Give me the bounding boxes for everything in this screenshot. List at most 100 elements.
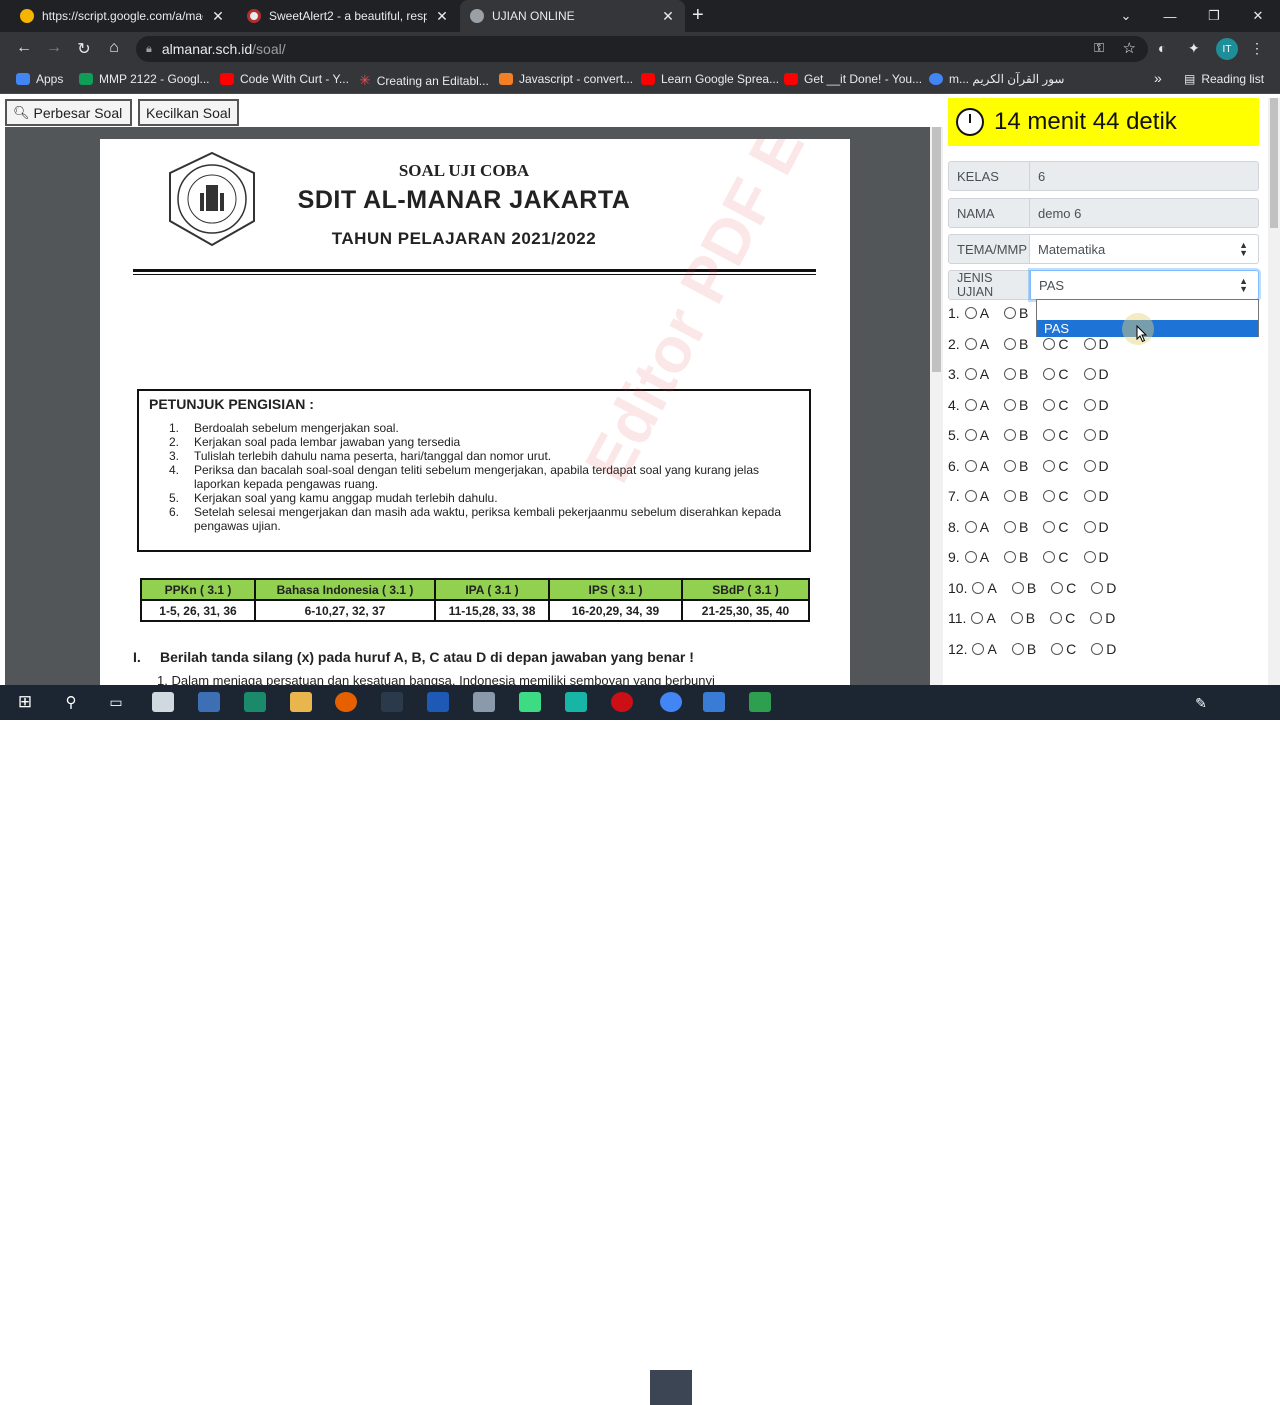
radio-b[interactable] bbox=[1004, 459, 1017, 472]
radio-b[interactable] bbox=[1004, 551, 1017, 563]
forward-arrow-icon[interactable]: → bbox=[44, 39, 64, 57]
avatar[interactable]: IT bbox=[1216, 38, 1238, 60]
bookmark-mmp[interactable]: MMP 2122 - Googl... bbox=[79, 72, 210, 86]
radio-d[interactable] bbox=[1083, 429, 1096, 441]
radio-a[interactable] bbox=[964, 459, 977, 472]
close-icon[interactable]: ✕ bbox=[435, 8, 449, 25]
task-view-icon[interactable]: ▭ bbox=[105, 692, 127, 712]
bookmark-quran[interactable]: m... سور القرآن الكريم bbox=[929, 72, 1064, 86]
close-icon[interactable]: ✕ bbox=[211, 8, 225, 25]
radio-c[interactable] bbox=[1043, 459, 1056, 472]
app-icon[interactable] bbox=[473, 692, 495, 712]
radio-c[interactable] bbox=[1043, 337, 1056, 350]
radio-c[interactable] bbox=[1043, 551, 1056, 563]
window-close-button[interactable]: ✕ bbox=[1236, 0, 1280, 32]
radio-d[interactable] bbox=[1090, 612, 1103, 624]
minimize-button[interactable]: — bbox=[1148, 0, 1192, 32]
radio-b[interactable] bbox=[1011, 642, 1024, 655]
android-icon[interactable] bbox=[519, 692, 541, 712]
windows-start-icon[interactable]: ⊞ bbox=[14, 692, 36, 712]
scrollbar-thumb[interactable] bbox=[1270, 98, 1278, 228]
radio-c[interactable] bbox=[1043, 490, 1056, 502]
back-arrow-icon[interactable]: ← bbox=[14, 39, 34, 57]
extension-icon[interactable]: ◐ bbox=[1158, 40, 1166, 56]
bookmark-code-with-curt[interactable]: Code With Curt - Y... bbox=[220, 72, 349, 86]
radio-a[interactable] bbox=[964, 551, 977, 563]
menu-kebab-icon[interactable]: ⋮ bbox=[1250, 40, 1264, 57]
puzzle-icon[interactable]: ✦ bbox=[1188, 40, 1200, 57]
app-icon[interactable] bbox=[749, 692, 771, 712]
reading-list-button[interactable]: ▤ Reading list bbox=[1184, 72, 1264, 86]
pen-icon[interactable]: ✎ bbox=[1190, 693, 1212, 713]
radio-d[interactable] bbox=[1083, 368, 1096, 380]
tema-select[interactable]: Matematika ▲ ▼ bbox=[1030, 234, 1259, 264]
radio-a[interactable] bbox=[972, 581, 985, 594]
radio-d[interactable] bbox=[1083, 337, 1096, 350]
radio-d[interactable] bbox=[1091, 642, 1104, 655]
radio-c[interactable] bbox=[1050, 612, 1063, 624]
radio-b[interactable] bbox=[1010, 612, 1023, 624]
tab-ujian-online[interactable]: UJIAN ONLINE ✕ bbox=[460, 0, 685, 32]
tab-search-icon[interactable]: ⌄ bbox=[1104, 0, 1148, 32]
bookmark-get-it-done[interactable]: Get __it Done! - You... bbox=[784, 72, 922, 86]
app-icon[interactable] bbox=[565, 692, 587, 712]
bookmark-creating-editable[interactable]: ✳ Creating an Editabl... bbox=[359, 72, 489, 89]
app-icon[interactable] bbox=[381, 692, 403, 712]
new-tab-button[interactable]: + bbox=[692, 4, 704, 27]
key-icon[interactable]: ⚿ bbox=[1094, 40, 1104, 56]
zoom-in-button[interactable]: 🔍︎ Perbesar Soal bbox=[5, 99, 132, 126]
radio-c[interactable] bbox=[1051, 581, 1064, 594]
radio-b[interactable] bbox=[1011, 581, 1024, 594]
radio-b[interactable] bbox=[1004, 490, 1017, 502]
radio-d[interactable] bbox=[1083, 398, 1096, 411]
radio-b[interactable] bbox=[1004, 307, 1017, 319]
radio-b[interactable] bbox=[1004, 429, 1017, 441]
chrome-icon[interactable] bbox=[660, 692, 682, 712]
panel-scrollbar[interactable] bbox=[1268, 98, 1280, 685]
zoom-out-button[interactable]: Kecilkan Soal bbox=[138, 99, 239, 126]
radio-b[interactable] bbox=[1004, 520, 1017, 533]
app-icon[interactable] bbox=[244, 692, 266, 712]
radio-d[interactable] bbox=[1091, 581, 1104, 594]
radio-c[interactable] bbox=[1043, 398, 1056, 411]
radio-a[interactable] bbox=[972, 642, 985, 655]
radio-a[interactable] bbox=[964, 398, 977, 411]
radio-b[interactable] bbox=[1004, 368, 1017, 380]
pdf-scrollbar[interactable] bbox=[930, 127, 943, 685]
radio-d[interactable] bbox=[1083, 490, 1096, 502]
restore-button[interactable]: ❐ bbox=[1192, 0, 1236, 32]
remote-desktop-icon[interactable] bbox=[198, 692, 220, 712]
radio-a[interactable] bbox=[971, 612, 984, 624]
jenis-ujian-select[interactable]: PAS ▲ ▼ bbox=[1030, 270, 1259, 300]
url-bar[interactable]: 🔒︎ almanar.sch.id/soal/ ⚿ ☆ bbox=[136, 36, 1148, 62]
app-icon[interactable] bbox=[427, 692, 449, 712]
pdf-viewer[interactable]: SOAL UJI COBA SDIT AL-MANAR JAKARTA TAHU… bbox=[5, 127, 930, 685]
radio-b[interactable] bbox=[1004, 337, 1017, 350]
opera-icon[interactable] bbox=[611, 692, 633, 712]
system-clock[interactable]: 06:15 26-Nov-21 bbox=[1214, 1373, 1265, 1401]
radio-c[interactable] bbox=[1043, 429, 1056, 441]
tab-sweetalert[interactable]: SweetAlert2 - a beautiful, respon ✕ bbox=[237, 0, 459, 32]
search-icon[interactable]: ⚲ bbox=[60, 692, 82, 712]
scrollbar-thumb[interactable] bbox=[932, 127, 941, 372]
bookmark-javascript[interactable]: Javascript - convert... bbox=[499, 72, 633, 86]
radio-a[interactable] bbox=[964, 490, 977, 502]
radio-a[interactable] bbox=[964, 307, 977, 319]
bookmark-apps[interactable]: Apps bbox=[16, 72, 63, 86]
tab-apps-script[interactable]: https://script.google.com/a/macr ✕ bbox=[10, 0, 235, 32]
radio-c[interactable] bbox=[1043, 520, 1056, 533]
radio-a[interactable] bbox=[964, 368, 977, 380]
radio-a[interactable] bbox=[964, 337, 977, 350]
app-icon[interactable] bbox=[152, 692, 174, 712]
reload-icon[interactable]: ↻ bbox=[74, 39, 94, 59]
more-bookmarks-button[interactable]: » bbox=[1154, 70, 1162, 86]
radio-d[interactable] bbox=[1083, 551, 1096, 563]
radio-b[interactable] bbox=[1004, 398, 1017, 411]
radio-d[interactable] bbox=[1083, 520, 1096, 533]
file-explorer-icon[interactable] bbox=[290, 692, 312, 712]
radio-a[interactable] bbox=[964, 429, 977, 441]
star-icon[interactable]: ☆ bbox=[1123, 39, 1136, 57]
radio-a[interactable] bbox=[964, 520, 977, 533]
radio-c[interactable] bbox=[1051, 642, 1064, 655]
firefox-icon[interactable] bbox=[335, 692, 357, 712]
